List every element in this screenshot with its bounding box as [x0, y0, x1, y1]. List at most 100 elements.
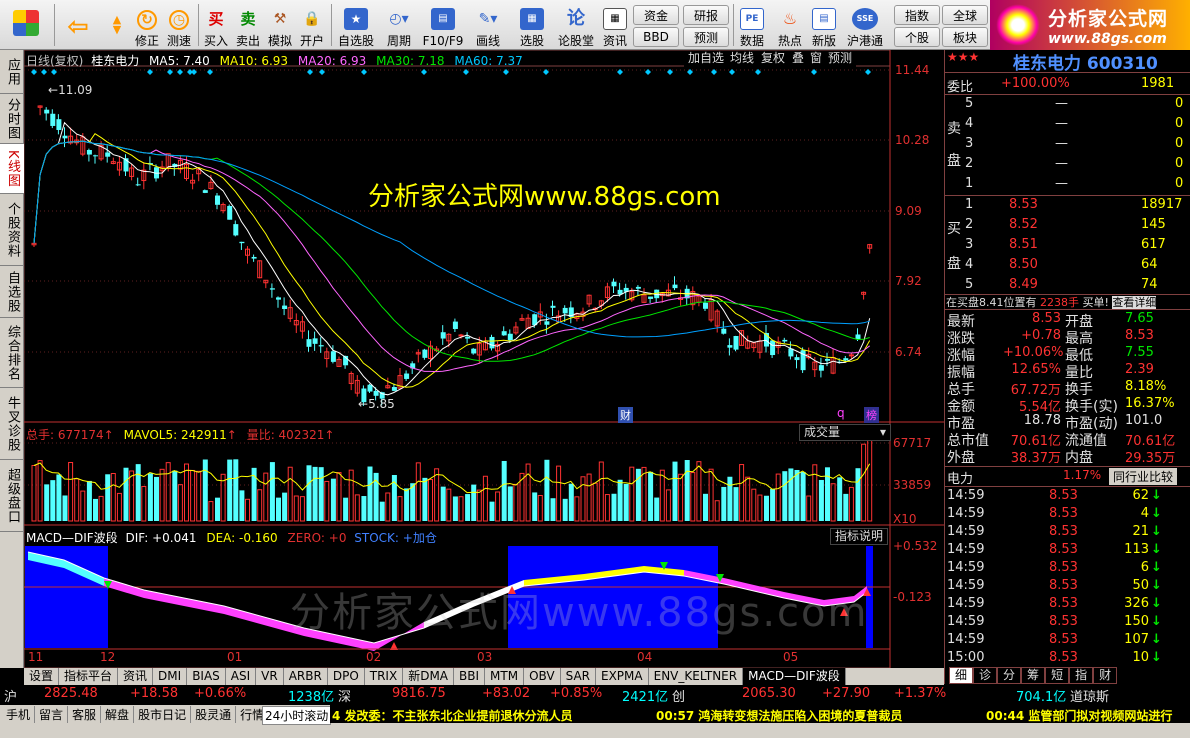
left-tab-level2[interactable]: 超级盘口 [0, 460, 24, 532]
detail-tab-0[interactable]: 细 [949, 667, 974, 684]
status-link-4[interactable]: 股市日记 [134, 706, 192, 723]
left-tab-apps[interactable]: 应用 [0, 50, 24, 94]
sell-level-1[interactable]: 1 [965, 176, 973, 191]
cy-label[interactable]: 创 [672, 686, 685, 705]
fix-button[interactable]: ↻ 修正 [132, 2, 162, 48]
detail-tab-4[interactable]: 短 [1045, 667, 1070, 684]
status-link-3[interactable]: 解盘 [101, 706, 135, 723]
status-link-5[interactable]: 股灵通 [191, 706, 237, 723]
period-button[interactable]: ◴▾ 周期 [380, 2, 418, 48]
buy-alert-detail[interactable]: 查看详细 [1112, 296, 1157, 309]
tab-vr[interactable]: VR [256, 668, 284, 685]
status-link-2[interactable]: 客服 [68, 706, 102, 723]
buy-level-3[interactable]: 3 [965, 237, 973, 252]
tab-sar[interactable]: SAR [561, 668, 596, 685]
tab-obv[interactable]: OBV [524, 668, 561, 685]
buy-alert[interactable]: 在买盘8.41位置有 2238手 买单! 查看详细 [946, 294, 1157, 310]
data-button[interactable]: PE 数据 [736, 2, 768, 48]
index-button[interactable]: 指数 [894, 5, 940, 25]
buy-level-4[interactable]: 4 [965, 257, 973, 272]
sector-button[interactable]: 板块 [942, 27, 988, 47]
news-ticker-3[interactable]: 00:44 监管部门拟对视频网站进行 [986, 707, 1172, 724]
sell-level-4[interactable]: 4 [965, 116, 973, 131]
tab-dpo[interactable]: DPO [328, 668, 365, 685]
tab-dmi[interactable]: DMI [153, 668, 188, 685]
left-tab-intraday[interactable]: 分时图 [0, 94, 24, 144]
q-marker[interactable]: q [837, 406, 845, 420]
tab-asi[interactable]: ASI [226, 668, 257, 685]
research-button[interactable]: 研报 [683, 5, 729, 25]
tab-settings[interactable]: 设置 [24, 668, 60, 685]
detail-tab-2[interactable]: 分 [997, 667, 1022, 684]
tab-new-dma[interactable]: 新DMA [403, 668, 455, 685]
add-watchlist-button[interactable]: 加自选 [684, 51, 729, 68]
tab-macd-dif[interactable]: MACD—DIF波段 [743, 668, 846, 685]
tab-arbr[interactable]: ARBR [284, 668, 328, 685]
left-tab-profile[interactable]: 个股资料 [0, 194, 24, 266]
updown-icon[interactable]: ▲ ▼ [104, 2, 130, 48]
chart-canvas[interactable] [24, 50, 944, 668]
tab-env-keltner[interactable]: ENV_KELTNER [649, 668, 744, 685]
draw-line-button[interactable]: ✎▾ 画线 [468, 2, 508, 48]
tab-bias[interactable]: BIAS [187, 668, 226, 685]
new-version-button[interactable]: ▤ 新版 [808, 2, 840, 48]
ma-button[interactable]: 均线 [726, 51, 759, 68]
live-news-button[interactable]: 24小时滚动 [262, 706, 332, 725]
news-ticker-1[interactable]: 4 发改委：不主张东北企业提前退休分流人员 [332, 707, 573, 724]
status-link-0[interactable]: 手机 [2, 706, 36, 723]
sector-name[interactable]: 电力 [947, 468, 973, 487]
rank-marker[interactable]: 榜 [864, 407, 879, 423]
bbd-button[interactable]: BBD [633, 27, 679, 47]
dow-label[interactable]: 道琼斯 [1070, 686, 1109, 705]
hk-connect-button[interactable]: SSE 沪港通 [842, 2, 888, 48]
left-tab-kline[interactable]: K线图 [0, 144, 24, 194]
watchlist-button[interactable]: ★ 自选股 [334, 2, 378, 48]
status-link-1[interactable]: 留言 [35, 706, 69, 723]
forecast-button[interactable]: 预测 [683, 27, 729, 47]
window-button[interactable]: 窗 [806, 51, 827, 68]
buy-level-2[interactable]: 2 [965, 217, 973, 232]
news-ticker-2[interactable]: 00:57 鸿海转变想法施压陷入困境的夏普裁员 [656, 707, 902, 724]
tab-bbi[interactable]: BBI [454, 668, 486, 685]
buy-level-5[interactable]: 5 [965, 277, 973, 292]
finance-marker[interactable]: 财 [618, 407, 633, 423]
buy-level-1[interactable]: 1 [965, 197, 973, 212]
sell-level-2[interactable]: 2 [965, 156, 973, 171]
overlay-button[interactable]: 叠 [788, 51, 809, 68]
sell-level-5[interactable]: 5 [965, 96, 973, 111]
left-tab-watchlist[interactable]: 自选股 [0, 266, 24, 318]
stock-picker-button[interactable]: ▦ 选股 [512, 2, 552, 48]
open-account-button[interactable]: 🔒 开户 [298, 2, 326, 48]
forum-button[interactable]: 论论股堂 [556, 2, 596, 49]
app-grid-button[interactable] [6, 2, 46, 48]
tab-indicator-platform[interactable]: 指标平台 [59, 668, 119, 685]
sell-button[interactable]: 卖卖出 [234, 2, 262, 49]
indicator-help-button[interactable]: 指标说明 [830, 528, 889, 545]
detail-tab-3[interactable]: 筹 [1021, 667, 1046, 684]
peer-compare-button[interactable]: 同行业比较 [1109, 468, 1178, 485]
kline-chart[interactable]: 日线(复权) 桂东电力 MA5: 7.40 MA10: 6.93 MA20: 6… [24, 50, 944, 668]
detail-tab-5[interactable]: 指 [1069, 667, 1094, 684]
sell-level-3[interactable]: 3 [965, 136, 973, 151]
predict-button[interactable]: 预测 [824, 51, 857, 68]
sh-label[interactable]: 沪 [4, 686, 17, 705]
hot-button[interactable]: ♨ 热点 [774, 2, 806, 49]
tab-news[interactable]: 资讯 [118, 668, 154, 685]
single-stock-button[interactable]: 个股 [894, 27, 940, 47]
buy-button[interactable]: 买买入 [202, 2, 230, 49]
global-button[interactable]: 全球 [942, 5, 988, 25]
f10-button[interactable]: ▤ F10/F9 [420, 2, 466, 48]
back-button[interactable]: ⇦ [60, 2, 96, 48]
detail-tab-1[interactable]: 诊 [973, 667, 998, 684]
speed-test-button[interactable]: ◷ 测速 [164, 2, 194, 48]
detail-tab-6[interactable]: 财 [1093, 667, 1118, 684]
fund-button[interactable]: 资金 [633, 5, 679, 25]
volume-select[interactable]: 成交量 ▾ [799, 424, 891, 441]
tab-trix[interactable]: TRIX [365, 668, 404, 685]
simulate-button[interactable]: ⚒ 模拟 [266, 2, 294, 48]
left-tab-diagnosis[interactable]: 牛叉诊股 [0, 388, 24, 460]
tab-mtm[interactable]: MTM [485, 668, 525, 685]
news-button[interactable]: ▦ 资讯 [600, 2, 630, 48]
tab-expma[interactable]: EXPMA [596, 668, 649, 685]
adjust-button[interactable]: 复权 [757, 51, 790, 68]
